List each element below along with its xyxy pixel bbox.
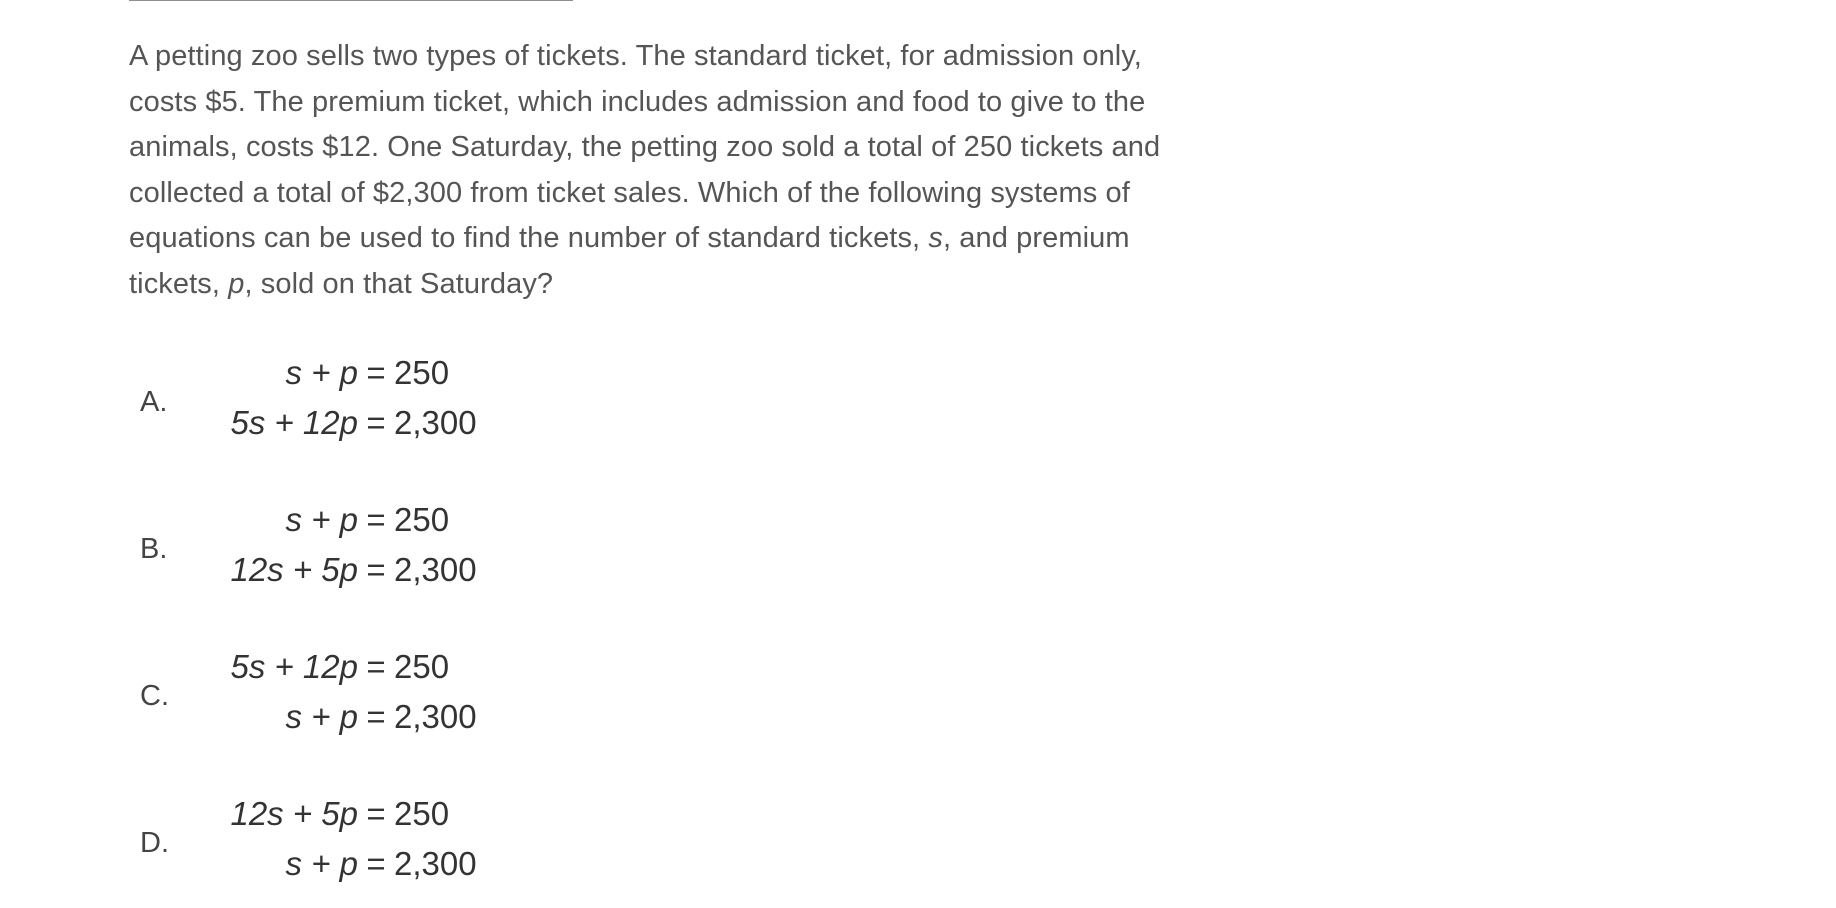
- question-variable-s: s: [928, 222, 943, 254]
- question-segment: , sold on that Saturday?: [244, 267, 554, 300]
- equation-line-1: 12s + 5p = 250: [184, 795, 449, 833]
- equation-rhs: 2,300: [394, 845, 477, 882]
- equation-line-2: s + p = 2,300: [184, 698, 477, 736]
- choice-letter: D.: [140, 827, 169, 859]
- question-text: A petting zoo sells two types of tickets…: [129, 34, 1189, 307]
- equation-rhs: 250: [394, 648, 450, 685]
- equation-lhs: 5s + 12p: [230, 404, 358, 441]
- equation-line-1: s + p = 250: [184, 501, 450, 539]
- equals-sign: =: [366, 648, 386, 685]
- equation-lhs: s + p: [285, 354, 358, 391]
- choice-letter: A.: [140, 386, 168, 418]
- equals-sign: =: [366, 354, 386, 391]
- equals-sign: =: [366, 551, 386, 588]
- equation-line-2: 12s + 5p = 2,300: [184, 551, 477, 589]
- equation-lhs: s + p: [285, 845, 358, 882]
- choice-letter: B.: [140, 533, 168, 565]
- equals-sign: =: [366, 501, 386, 538]
- equals-sign: =: [366, 795, 386, 832]
- choice-d[interactable]: D. 12s + 5p = 250 s + p = 2,300: [138, 793, 498, 903]
- equation-rhs: 250: [394, 501, 450, 538]
- choice-a[interactable]: A. s + p = 250 5s + 12p = 2,300: [138, 352, 498, 462]
- equation-rhs: 2,300: [394, 551, 477, 588]
- equation-line-2: 5s + 12p = 2,300: [184, 404, 477, 442]
- question-variable-p: p: [228, 267, 245, 300]
- equation-lhs: 5s + 12p: [230, 648, 358, 685]
- equation-lhs: s + p: [285, 698, 358, 735]
- equation-rhs: 2,300: [394, 404, 477, 441]
- equation-lhs: s + p: [285, 501, 358, 538]
- equation-lhs: 12s + 5p: [230, 551, 358, 588]
- equals-sign: =: [366, 404, 386, 441]
- equation-rhs: 2,300: [394, 698, 477, 735]
- equals-sign: =: [366, 845, 386, 882]
- equation-line-2: s + p = 2,300: [184, 845, 477, 883]
- equation-rhs: 250: [394, 795, 450, 832]
- choice-c[interactable]: C. 5s + 12p = 250 s + p = 2,300: [138, 646, 498, 756]
- top-divider: [129, 0, 573, 1]
- choice-b[interactable]: B. s + p = 250 12s + 5p = 2,300: [138, 499, 498, 609]
- equation-line-1: s + p = 250: [184, 354, 450, 392]
- equals-sign: =: [366, 698, 386, 735]
- equation-lhs: 12s + 5p: [230, 795, 358, 832]
- choice-letter: C.: [140, 680, 169, 712]
- equation-line-1: 5s + 12p = 250: [184, 648, 449, 686]
- equation-rhs: 250: [394, 354, 450, 391]
